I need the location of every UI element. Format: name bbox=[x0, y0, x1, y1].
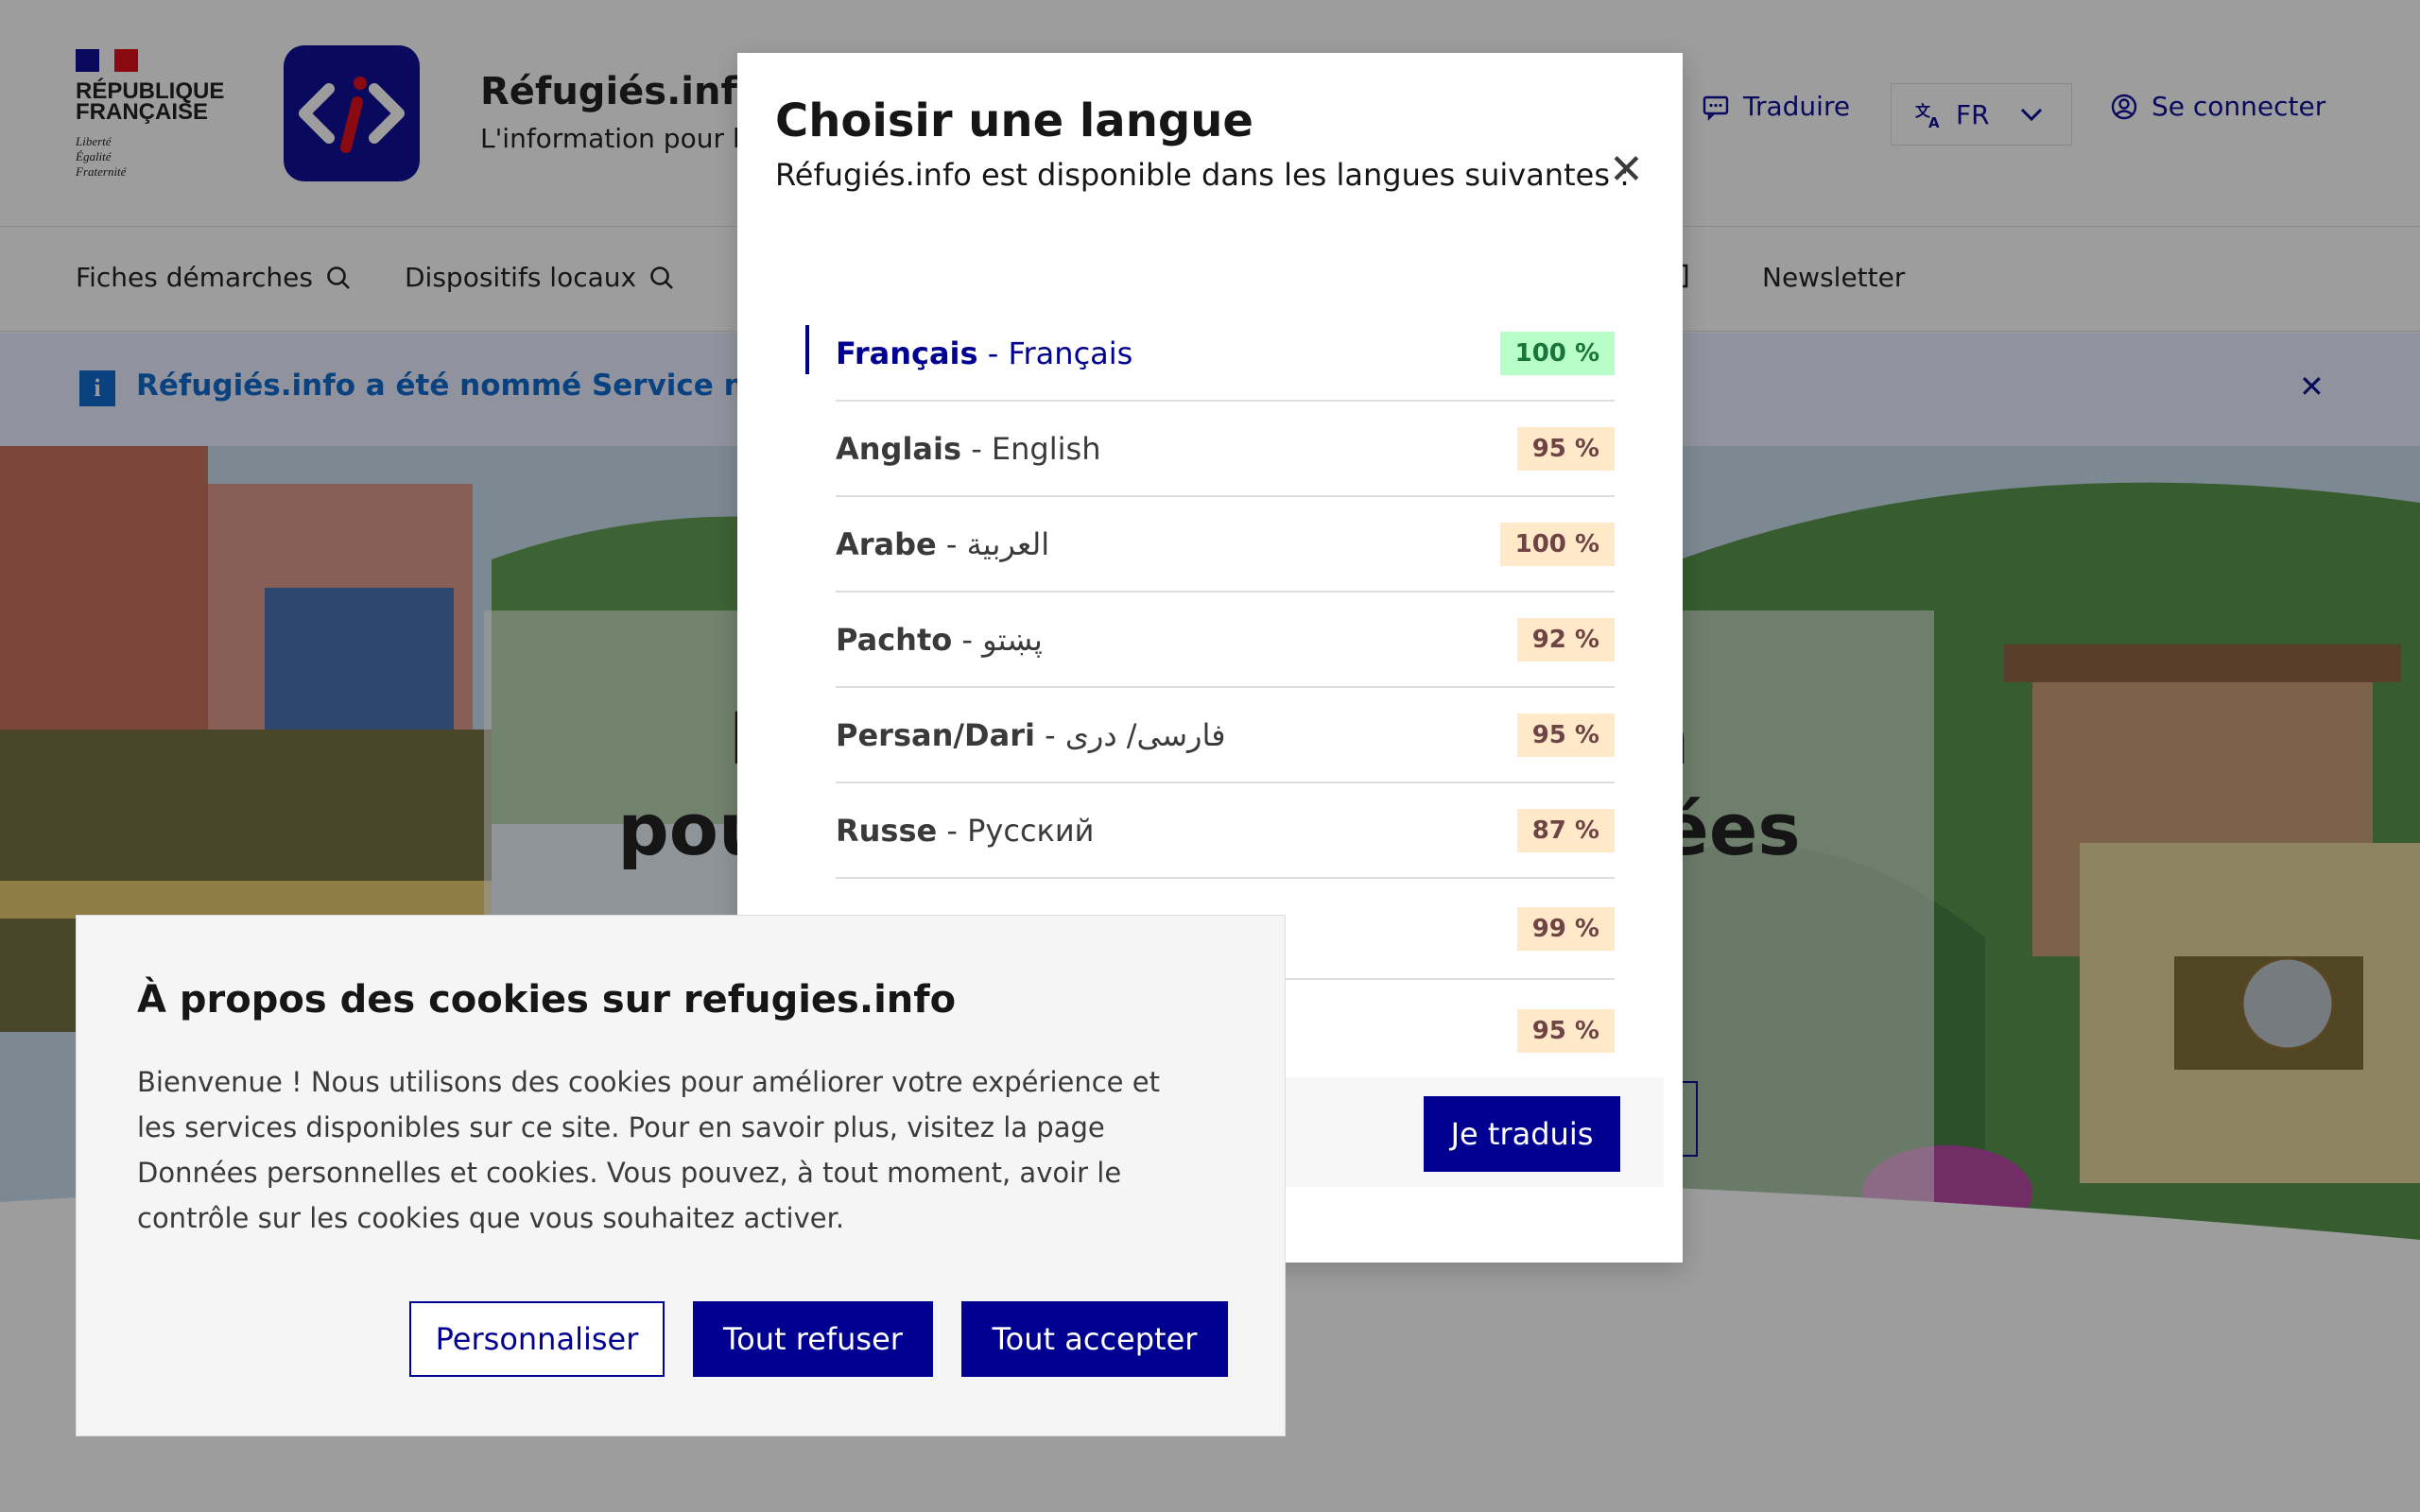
language-name: Anglais - English bbox=[836, 430, 1101, 467]
language-name: Persan/Dari - فارسی/ دری bbox=[836, 716, 1226, 753]
language-name: Pachto - پښتو bbox=[836, 621, 1043, 658]
translation-progress-badge: 87 % bbox=[1516, 808, 1615, 852]
translation-progress-badge: 95 % bbox=[1516, 426, 1615, 471]
language-option-francais[interactable]: Français - Français 100 % bbox=[805, 306, 1615, 402]
translation-progress-badge: 95 % bbox=[1516, 713, 1615, 757]
translate-contribute-button[interactable]: Je traduis bbox=[1424, 1096, 1620, 1172]
language-option-arabe[interactable]: Arabe - العربية 100 % bbox=[836, 497, 1615, 593]
cookie-title: À propos des cookies sur refugies.info bbox=[137, 978, 957, 1022]
language-name: Arabe - العربية bbox=[836, 525, 1050, 562]
customize-cookies-button[interactable]: Personnaliser bbox=[409, 1301, 665, 1377]
translation-progress-badge: 92 % bbox=[1516, 617, 1615, 662]
language-option-anglais[interactable]: Anglais - English 95 % bbox=[836, 402, 1615, 497]
language-name: Russe - Русский bbox=[836, 812, 1095, 849]
modal-subtitle: Réfugiés.info est disponible dans les la… bbox=[775, 157, 1630, 193]
accept-all-cookies-button[interactable]: Tout accepter bbox=[961, 1301, 1228, 1377]
cookie-body: Bienvenue ! Nous utilisons des cookies p… bbox=[137, 1066, 1160, 1234]
modal-title: Choisir une langue bbox=[775, 94, 1253, 147]
translation-progress-badge: 99 % bbox=[1516, 906, 1615, 951]
cookie-consent-panel: À propos des cookies sur refugies.info B… bbox=[76, 915, 1286, 1436]
translation-progress-badge: 95 % bbox=[1516, 1008, 1615, 1053]
language-option-pachto[interactable]: Pachto - پښتو 92 % bbox=[836, 593, 1615, 688]
translation-progress-badge: 100 % bbox=[1499, 522, 1615, 566]
language-option-persan-dari[interactable]: Persan/Dari - فارسی/ دری 95 % bbox=[836, 688, 1615, 783]
language-name: Français - Français bbox=[836, 335, 1133, 371]
language-option-russe[interactable]: Russe - Русский 87 % bbox=[836, 783, 1615, 879]
translation-progress-badge: 100 % bbox=[1499, 331, 1615, 375]
close-icon[interactable]: ✕ bbox=[1609, 149, 1644, 191]
refuse-all-cookies-button[interactable]: Tout refuser bbox=[693, 1301, 933, 1377]
